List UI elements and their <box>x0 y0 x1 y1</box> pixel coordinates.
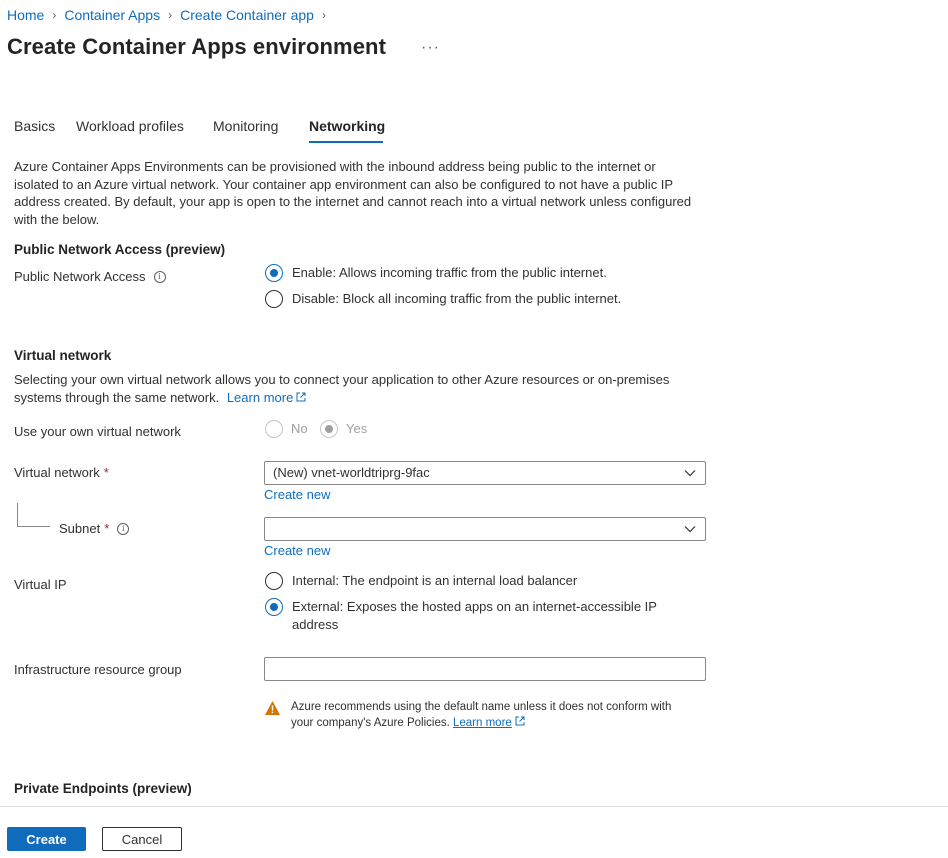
infra-rg-label: Infrastructure resource group <box>14 662 182 677</box>
intro-line: isolated to an Azure virtual network. Yo… <box>14 176 674 192</box>
vnet-label-text: Virtual network <box>14 465 100 480</box>
warning-line: Azure recommends using the default name … <box>291 701 672 713</box>
create-button[interactable]: Create <box>7 827 86 851</box>
radio-unchecked-icon[interactable] <box>265 572 283 590</box>
public-access-disable-radio[interactable]: Disable: Block all incoming traffic from… <box>265 290 621 308</box>
subnet-create-new-link[interactable]: Create new <box>264 543 330 558</box>
tab-basics[interactable]: Basics <box>14 118 55 134</box>
intro-line: Azure Container Apps Environments can be… <box>14 159 656 174</box>
vnet-select[interactable]: (New) vnet-worldtriprg-9fac <box>264 461 706 485</box>
breadcrumb-create-container-app[interactable]: Create Container app <box>180 7 314 23</box>
chevron-down-icon <box>684 470 696 477</box>
radio-label-line: address <box>292 617 339 632</box>
own-vnet-yes-radio[interactable]: Yes <box>320 420 367 438</box>
radio-checked-icon[interactable] <box>265 264 283 282</box>
page-title: Create Container Apps environment <box>7 34 386 59</box>
tree-connector <box>17 526 50 527</box>
virtual-ip-label: Virtual IP <box>14 577 67 592</box>
radio-label: Yes <box>346 421 368 436</box>
radio-checked-icon[interactable] <box>265 598 283 616</box>
radio-label: No <box>291 421 308 436</box>
tab-workload-profiles[interactable]: Workload profiles <box>76 118 184 134</box>
learn-more-link[interactable]: Learn more <box>227 390 306 405</box>
description-line: Selecting your own virtual network allow… <box>14 372 670 387</box>
info-icon[interactable]: i <box>153 270 166 283</box>
radio-unchecked-icon[interactable] <box>265 290 283 308</box>
subnet-label-text: Subnet <box>59 521 101 536</box>
vnet-create-new-link[interactable]: Create new <box>264 487 330 502</box>
radio-label: Enable: Allows incoming traffic from the… <box>292 265 607 280</box>
public-access-label-text: Public Network Access <box>14 269 146 284</box>
virtual-ip-external-radio[interactable]: External: Exposes the hosted apps on an … <box>265 598 657 634</box>
warning-message: Azure recommends using the default name … <box>264 700 714 731</box>
own-vnet-no-radio[interactable]: No <box>265 420 308 438</box>
footer-divider <box>0 806 948 807</box>
radio-label-line: External: Exposes the hosted apps on an … <box>292 599 657 614</box>
cancel-button[interactable]: Cancel <box>102 827 182 851</box>
chevron-right-icon: › <box>168 8 173 22</box>
breadcrumb: Home › Container Apps › Create Container… <box>7 7 334 23</box>
radio-label: Disable: Block all incoming traffic from… <box>292 291 622 306</box>
chevron-right-icon: › <box>321 8 326 22</box>
vnet-select-value: (New) vnet-worldtriprg-9fac <box>273 465 430 480</box>
warning-line: your company's Azure Policies. Learn mor… <box>291 716 671 732</box>
virtual-ip-internal-radio[interactable]: Internal: The endpoint is an internal lo… <box>265 572 577 590</box>
intro-line: with the below. <box>14 211 100 227</box>
infra-rg-input[interactable] <box>264 657 706 681</box>
external-link-icon <box>296 392 306 401</box>
radio-unchecked-icon[interactable] <box>265 420 283 438</box>
radio-checked-icon[interactable] <box>320 420 338 438</box>
breadcrumb-home[interactable]: Home <box>7 7 44 23</box>
public-access-enable-radio[interactable]: Enable: Allows incoming traffic from the… <box>265 264 607 282</box>
tab-monitoring[interactable]: Monitoring <box>213 118 278 134</box>
radio-label: Internal: The endpoint is an internal lo… <box>292 573 578 588</box>
info-icon[interactable]: i <box>117 522 130 535</box>
subnet-label: Subnet * i <box>59 521 130 536</box>
intro-line: address created. By default, your app is… <box>14 194 692 209</box>
required-marker: * <box>104 521 110 536</box>
warning-icon <box>265 701 280 715</box>
more-options-icon[interactable]: ··· <box>421 39 440 57</box>
warning-text: Azure recommends using the default name … <box>291 700 671 731</box>
warning-line-text: your company's Azure Policies. <box>291 716 450 729</box>
public-access-heading: Public Network Access (preview) <box>14 242 226 257</box>
description-text: systems through the same network. <box>14 389 220 405</box>
own-vnet-label: Use your own virtual network <box>14 424 181 439</box>
external-link-icon <box>515 716 525 725</box>
tree-connector <box>17 503 18 526</box>
public-access-label: Public Network Access i <box>14 269 166 284</box>
chevron-right-icon: › <box>52 8 57 22</box>
subnet-select[interactable] <box>264 517 706 541</box>
active-tab-indicator <box>309 141 383 143</box>
intro-text: Azure Container Apps Environments can be… <box>14 158 704 228</box>
private-endpoints-heading: Private Endpoints (preview) <box>14 781 192 796</box>
warning-learn-more-link[interactable]: Learn more <box>453 717 512 729</box>
vnet-label: Virtual network * <box>14 465 109 480</box>
required-marker: * <box>103 465 109 480</box>
learn-more-text: Learn more <box>226 389 294 405</box>
breadcrumb-container-apps[interactable]: Container Apps <box>64 7 160 23</box>
description-line: systems through the same network. Learn … <box>14 389 704 407</box>
radio-label: External: Exposes the hosted apps on an … <box>292 598 657 634</box>
tab-networking[interactable]: Networking <box>309 118 385 134</box>
virtual-network-description: Selecting your own virtual network allow… <box>14 371 704 406</box>
chevron-down-icon <box>684 526 696 533</box>
virtual-network-heading: Virtual network <box>14 348 112 363</box>
